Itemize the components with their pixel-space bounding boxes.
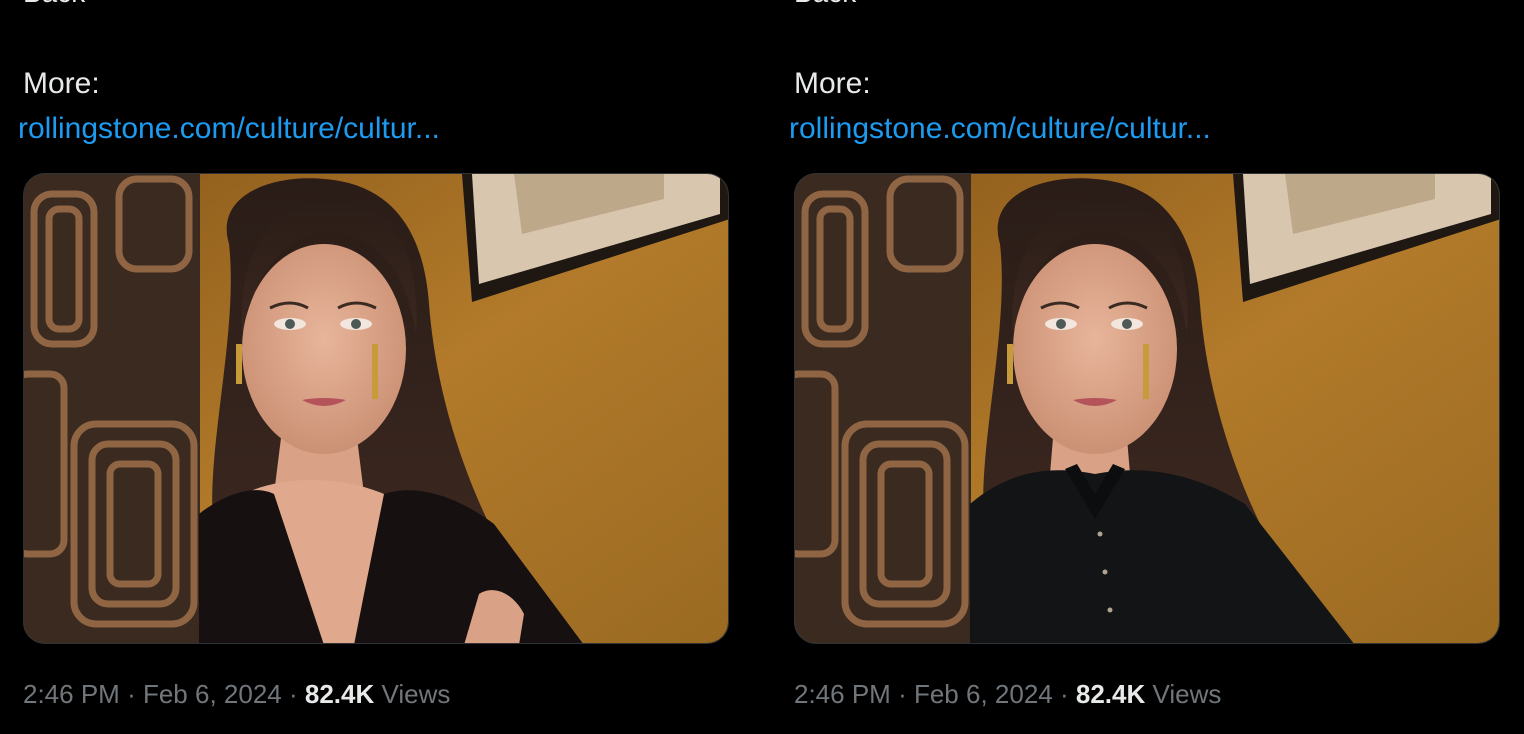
views-label: Views	[1152, 679, 1222, 709]
tweet-text-fragment: Back	[23, 0, 85, 8]
views-count: 82.4K	[304, 679, 375, 709]
tweet-date[interactable]: Feb 6, 2024	[143, 679, 282, 709]
tweet-photo[interactable]	[794, 173, 1500, 644]
views-label: Views	[381, 679, 451, 709]
separator: ·	[898, 679, 907, 709]
tweet-photo[interactable]	[23, 173, 729, 644]
photo-illustration	[24, 174, 728, 643]
separator: ·	[1059, 679, 1069, 709]
tweet-metadata: 2:46 PM · Feb 6, 2024 · 82.4K Views	[23, 677, 450, 711]
article-link[interactable]: rollingstone.com/culture/cultur...	[789, 111, 1211, 147]
separator: ·	[288, 679, 298, 709]
views-count: 82.4K	[1075, 679, 1146, 709]
tweet-time[interactable]: 2:46 PM	[23, 679, 120, 709]
photo-illustration	[795, 174, 1499, 643]
tweet-left: Back More: rollingstone.com/culture/cult…	[0, 0, 740, 734]
article-link[interactable]: rollingstone.com/culture/cultur...	[18, 111, 440, 147]
tweet-right: Back More: rollingstone.com/culture/cult…	[771, 0, 1511, 734]
tweet-metadata: 2:46 PM · Feb 6, 2024 · 82.4K Views	[794, 677, 1221, 711]
more-label: More:	[794, 67, 871, 100]
tweet-text-fragment: Back	[794, 0, 856, 8]
more-label: More:	[23, 67, 100, 100]
tweet-date[interactable]: Feb 6, 2024	[914, 679, 1053, 709]
tweet-time[interactable]: 2:46 PM	[794, 679, 891, 709]
separator: ·	[127, 679, 136, 709]
